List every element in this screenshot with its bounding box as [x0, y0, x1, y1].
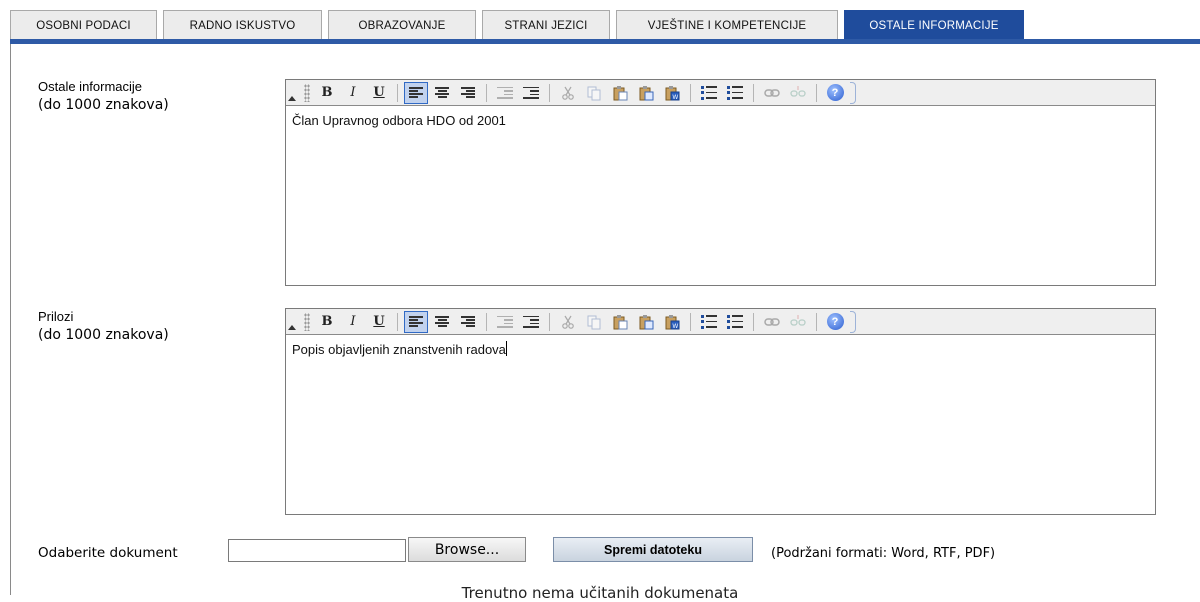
- toolbar-separator: [549, 83, 550, 102]
- tab-bar: OSOBNI PODACI RADNO ISKUSTVO OBRAZOVANJE…: [10, 10, 1030, 40]
- bulleted-list-icon[interactable]: [723, 82, 747, 104]
- attachments-limit: (do 1000 znakova): [38, 327, 169, 343]
- numbered-list-icon[interactable]: [697, 82, 721, 104]
- italic-icon[interactable]: I: [341, 311, 365, 333]
- browse-button[interactable]: Browse...: [408, 537, 526, 562]
- unlink-icon[interactable]: [786, 82, 810, 104]
- toolbar-separator: [690, 83, 691, 102]
- toolbar-separator: [397, 312, 398, 331]
- paste-word-icon[interactable]: W: [660, 82, 684, 104]
- content-frame-border: [10, 44, 11, 595]
- copy-icon[interactable]: [582, 311, 606, 333]
- link-icon[interactable]: [760, 82, 784, 104]
- cut-icon[interactable]: [556, 82, 580, 104]
- align-left-icon[interactable]: [404, 310, 428, 333]
- toolbar-separator: [549, 312, 550, 331]
- tab-underline: [10, 39, 1200, 44]
- no-documents-message: Trenutno nema učitanih dokumenata: [461, 584, 739, 602]
- tab-obrazovanje[interactable]: OBRAZOVANJE: [328, 10, 476, 40]
- help-icon[interactable]: ?: [823, 311, 847, 333]
- attachments-text: Popis objavljenih znanstvenih radova: [292, 342, 506, 357]
- numbered-list-icon[interactable]: [697, 311, 721, 333]
- other-info-editor: B I U W ? Član Upravnog odbora HDO od 20…: [285, 79, 1156, 286]
- other-info-label: Ostale informacije (do 1000 znakova): [38, 78, 169, 114]
- attachments-label: Prilozi (do 1000 znakova): [38, 308, 169, 344]
- attachments-editor: B I U W ? Popis objavljenih znanstvenih …: [285, 308, 1156, 515]
- tab-radno-iskustvo[interactable]: RADNO ISKUSTVO: [163, 10, 322, 40]
- save-file-button[interactable]: Spremi datoteku: [553, 537, 753, 562]
- align-right-icon[interactable]: [456, 82, 480, 104]
- bulleted-list-icon[interactable]: [723, 311, 747, 333]
- other-info-title: Ostale informacije: [38, 79, 143, 94]
- indent-icon[interactable]: [519, 82, 543, 104]
- file-path-input[interactable]: [228, 539, 406, 562]
- tab-osobni-podaci[interactable]: OSOBNI PODACI: [10, 10, 157, 40]
- paste-text-icon[interactable]: [634, 311, 658, 333]
- tab-vjestine-i-kompetencije[interactable]: VJEŠTINE I KOMPETENCIJE: [616, 10, 838, 40]
- svg-text:W: W: [673, 95, 679, 101]
- paste-icon[interactable]: [608, 82, 632, 104]
- paste-text-icon[interactable]: [634, 82, 658, 104]
- italic-icon[interactable]: I: [341, 82, 365, 104]
- underline-icon[interactable]: U: [367, 82, 391, 104]
- align-center-icon[interactable]: [430, 82, 454, 104]
- toolbar-end-cap: [850, 81, 856, 104]
- toolbar-collapse-icon[interactable]: [286, 81, 298, 105]
- outdent-icon[interactable]: [493, 311, 517, 333]
- align-left-icon[interactable]: [404, 81, 428, 104]
- text-caret: [505, 341, 507, 356]
- svg-text:W: W: [673, 324, 679, 330]
- toolbar-separator: [690, 312, 691, 331]
- editor-toolbar: B I U W ?: [286, 309, 1155, 335]
- toolbar-grip-icon: [304, 83, 310, 102]
- supported-formats-text: (Podržani formati: Word, RTF, PDF): [771, 546, 996, 561]
- toolbar-end-cap: [850, 310, 856, 333]
- toolbar-collapse-icon[interactable]: [286, 310, 298, 334]
- attachments-title: Prilozi: [38, 309, 74, 324]
- toolbar-separator: [397, 83, 398, 102]
- choose-document-label: Odaberite dokument: [38, 545, 178, 561]
- copy-icon[interactable]: [582, 82, 606, 104]
- other-info-textarea[interactable]: Član Upravnog odbora HDO od 2001: [286, 106, 1155, 285]
- attachments-textarea[interactable]: Popis objavljenih znanstvenih radova: [286, 335, 1155, 514]
- toolbar-separator: [816, 83, 817, 102]
- bold-icon[interactable]: B: [315, 311, 339, 333]
- unlink-icon[interactable]: [786, 311, 810, 333]
- toolbar-separator: [486, 312, 487, 331]
- link-icon[interactable]: [760, 311, 784, 333]
- other-info-limit: (do 1000 znakova): [38, 97, 169, 113]
- toolbar-separator: [486, 83, 487, 102]
- underline-icon[interactable]: U: [367, 311, 391, 333]
- paste-word-icon[interactable]: W: [660, 311, 684, 333]
- editor-toolbar: B I U W ?: [286, 80, 1155, 106]
- tab-strani-jezici[interactable]: STRANI JEZICI: [482, 10, 610, 40]
- align-right-icon[interactable]: [456, 311, 480, 333]
- toolbar-grip-icon: [304, 312, 310, 331]
- toolbar-separator: [753, 312, 754, 331]
- outdent-icon[interactable]: [493, 82, 517, 104]
- tab-ostale-informacije[interactable]: OSTALE INFORMACIJE: [844, 10, 1024, 40]
- toolbar-separator: [753, 83, 754, 102]
- align-center-icon[interactable]: [430, 311, 454, 333]
- indent-icon[interactable]: [519, 311, 543, 333]
- help-icon[interactable]: ?: [823, 82, 847, 104]
- paste-icon[interactable]: [608, 311, 632, 333]
- cut-icon[interactable]: [556, 311, 580, 333]
- bold-icon[interactable]: B: [315, 82, 339, 104]
- toolbar-separator: [816, 312, 817, 331]
